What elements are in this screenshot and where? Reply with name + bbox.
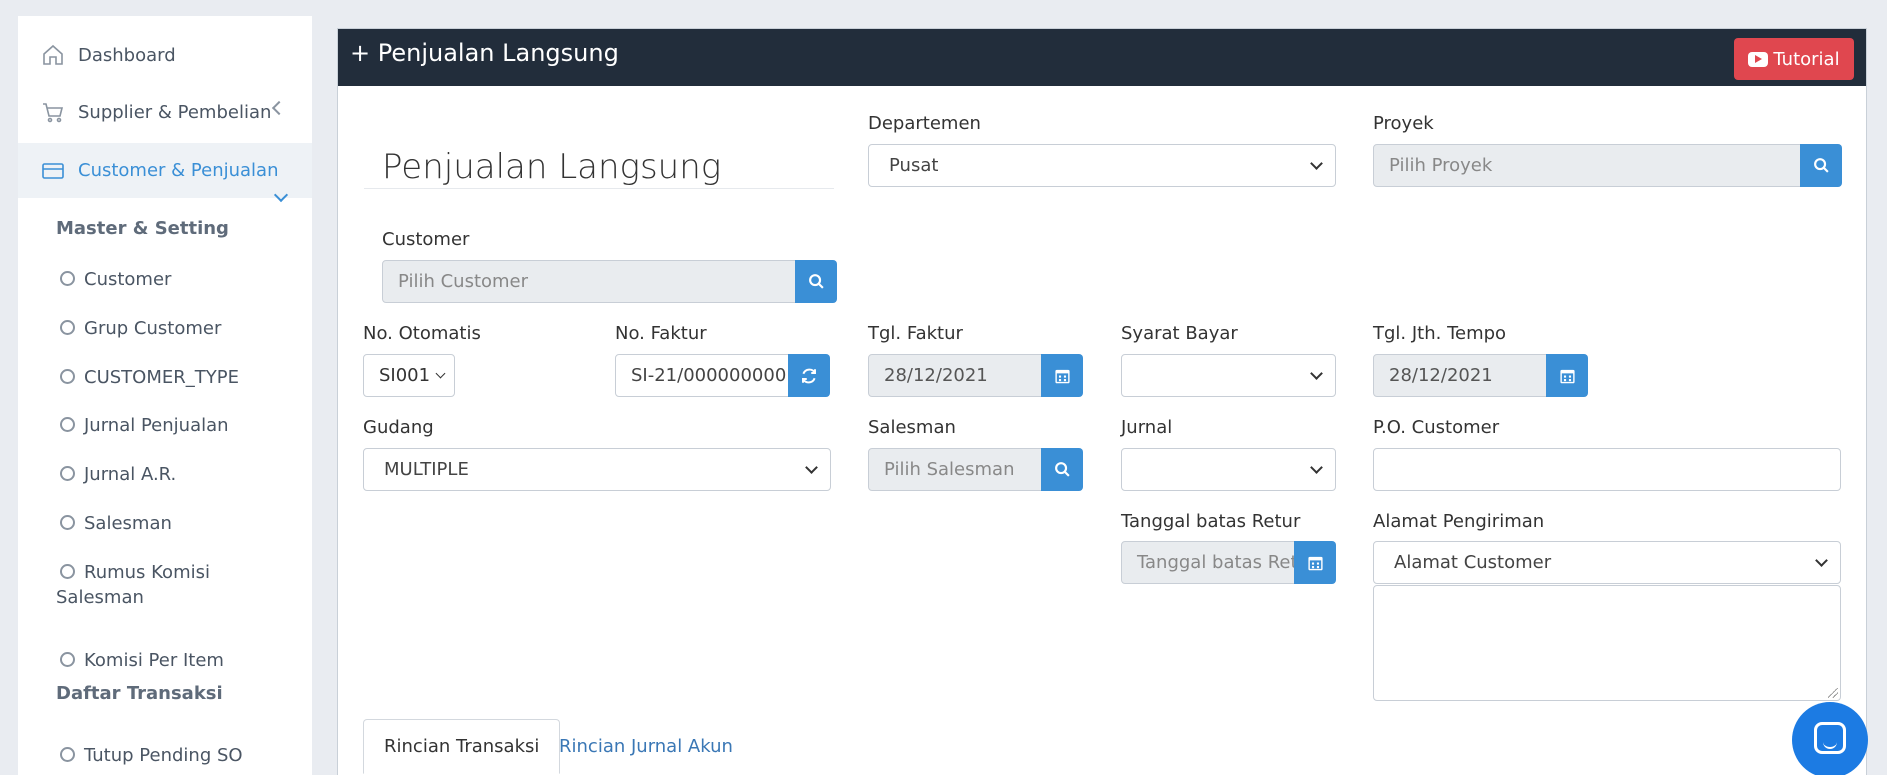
chevron-down-icon [805,461,818,474]
alamat-pengiriman-select[interactable]: Alamat Customer [1373,541,1841,584]
panel-header: + Penjualan Langsung Tutorial [338,29,1866,86]
search-icon [808,274,824,289]
card-icon [40,158,66,184]
main-panel: + Penjualan Langsung Tutorial Penjualan … [337,28,1867,775]
circle-icon [60,369,75,384]
gudang-label: Gudang [363,417,434,438]
tab-rincian-transaksi[interactable]: Rincian Transaksi [363,719,561,774]
no-faktur-input[interactable]: SI-21/000000000 [615,354,789,397]
resize-handle[interactable] [1828,688,1838,698]
chevron-down-icon [1310,367,1323,380]
chevron-left-icon [271,100,287,116]
chevron-down-icon [1310,461,1323,474]
sidebar-item-label: Supplier & Pembelian [78,101,272,123]
search-icon [1813,158,1829,173]
page-title: Penjualan Langsung [382,147,722,187]
tgl-jth-tempo-calendar-button[interactable] [1546,354,1588,397]
tab-bar: Rincian Transaksi Rincian Jurnal Akun [363,719,1843,775]
sidebar: Dashboard Supplier & Pembelian Customer … [18,16,312,775]
gudang-select[interactable]: MULTIPLE [363,448,831,491]
panel-title: + Penjualan Langsung [350,39,619,67]
search-icon [1054,462,1070,477]
circle-icon [60,417,75,432]
customer-label: Customer [382,229,470,250]
calendar-icon [1559,369,1575,384]
calendar-icon [1307,556,1323,571]
sidebar-item-customer-penjualan[interactable]: Customer & Penjualan [18,143,312,198]
no-otomatis-dropdown[interactable]: SI001 [363,354,455,397]
no-faktur-refresh-button[interactable] [788,354,830,397]
sidebar-item-dashboard[interactable]: Dashboard [18,30,312,80]
tgl-faktur-label: Tgl. Faktur [868,323,963,344]
departemen-label: Departemen [868,113,981,134]
sidebar-subitem-salesman[interactable]: Salesman [56,511,296,536]
syarat-bayar-label: Syarat Bayar [1121,323,1238,344]
departemen-select[interactable]: Pusat [868,144,1336,187]
tgl-jth-tempo-label: Tgl. Jth. Tempo [1373,323,1507,344]
tgl-jth-tempo-input[interactable]: 28/12/2021 [1373,354,1547,397]
sidebar-subitem-tutup-pending-so[interactable]: Tutup Pending SO [56,743,296,768]
salesman-label: Salesman [868,417,956,438]
divider [364,188,834,189]
salesman-input[interactable]: Pilih Salesman [868,448,1042,491]
cart-icon [40,99,66,125]
sidebar-subitem-grup-customer[interactable]: Grup Customer [56,316,296,341]
no-faktur-label: No. Faktur [615,323,707,344]
circle-icon [60,320,75,335]
jurnal-label: Jurnal [1121,417,1173,438]
po-customer-label: P.O. Customer [1373,417,1500,438]
alamat-pengiriman-textarea[interactable] [1373,585,1841,701]
sidebar-subitem-jurnal-penjualan[interactable]: Jurnal Penjualan [56,413,296,438]
sidebar-section-daftar-transaksi: Daftar Transaksi [56,683,223,704]
customer-search-button[interactable] [795,260,837,303]
tanggal-batas-retur-label: Tanggal batas Retur [1121,511,1301,532]
tab-rincian-jurnal-akun[interactable]: Rincian Jurnal Akun [539,719,753,773]
sidebar-subitem-jurnal-ar[interactable]: Jurnal A.R. [56,462,296,487]
jurnal-select[interactable] [1121,448,1336,491]
youtube-icon [1748,51,1769,67]
chevron-down-icon [1815,554,1828,567]
circle-icon [60,564,75,579]
circle-icon [60,747,75,762]
refresh-icon [802,368,816,383]
sidebar-subitem-customer[interactable]: Customer [56,267,296,292]
circle-icon [60,271,75,286]
customer-input[interactable]: Pilih Customer [382,260,796,303]
syarat-bayar-select[interactable] [1121,354,1336,397]
calendar-icon [1054,369,1070,384]
salesman-search-button[interactable] [1041,448,1083,491]
sidebar-item-supplier-pembelian[interactable]: Supplier & Pembelian [18,87,312,137]
chat-launcher-button[interactable] [1792,702,1868,775]
tgl-faktur-calendar-button[interactable] [1041,354,1083,397]
proyek-input[interactable]: Pilih Proyek [1373,144,1801,187]
tanggal-batas-retur-input[interactable]: Tanggal batas Retur [1121,541,1295,584]
chat-icon [1814,722,1846,754]
circle-icon [60,466,75,481]
circle-icon [60,515,75,530]
sidebar-item-label: Customer & Penjualan [78,160,279,181]
tutorial-button[interactable]: Tutorial [1734,38,1854,80]
sidebar-subitem-customer-type[interactable]: CUSTOMER_TYPE [56,365,296,390]
tanggal-batas-retur-calendar-button[interactable] [1294,541,1336,584]
circle-icon [60,652,75,667]
chevron-down-icon [435,368,446,379]
proyek-label: Proyek [1373,113,1434,134]
sidebar-item-label: Dashboard [78,44,176,66]
po-customer-input[interactable] [1373,448,1841,491]
proyek-search-button[interactable] [1800,144,1842,187]
sidebar-section-master-setting: Master & Setting [56,218,229,239]
sidebar-subitem-rumus-komisi-salesman[interactable]: Rumus Komisi Salesman [56,560,296,610]
sidebar-subitem-komisi-per-item[interactable]: Komisi Per Item [56,648,296,673]
tgl-faktur-input[interactable]: 28/12/2021 [868,354,1042,397]
home-icon [40,42,66,68]
alamat-pengiriman-label: Alamat Pengiriman [1373,511,1545,532]
no-otomatis-label: No. Otomatis [363,323,481,344]
chevron-down-icon [1310,157,1323,170]
